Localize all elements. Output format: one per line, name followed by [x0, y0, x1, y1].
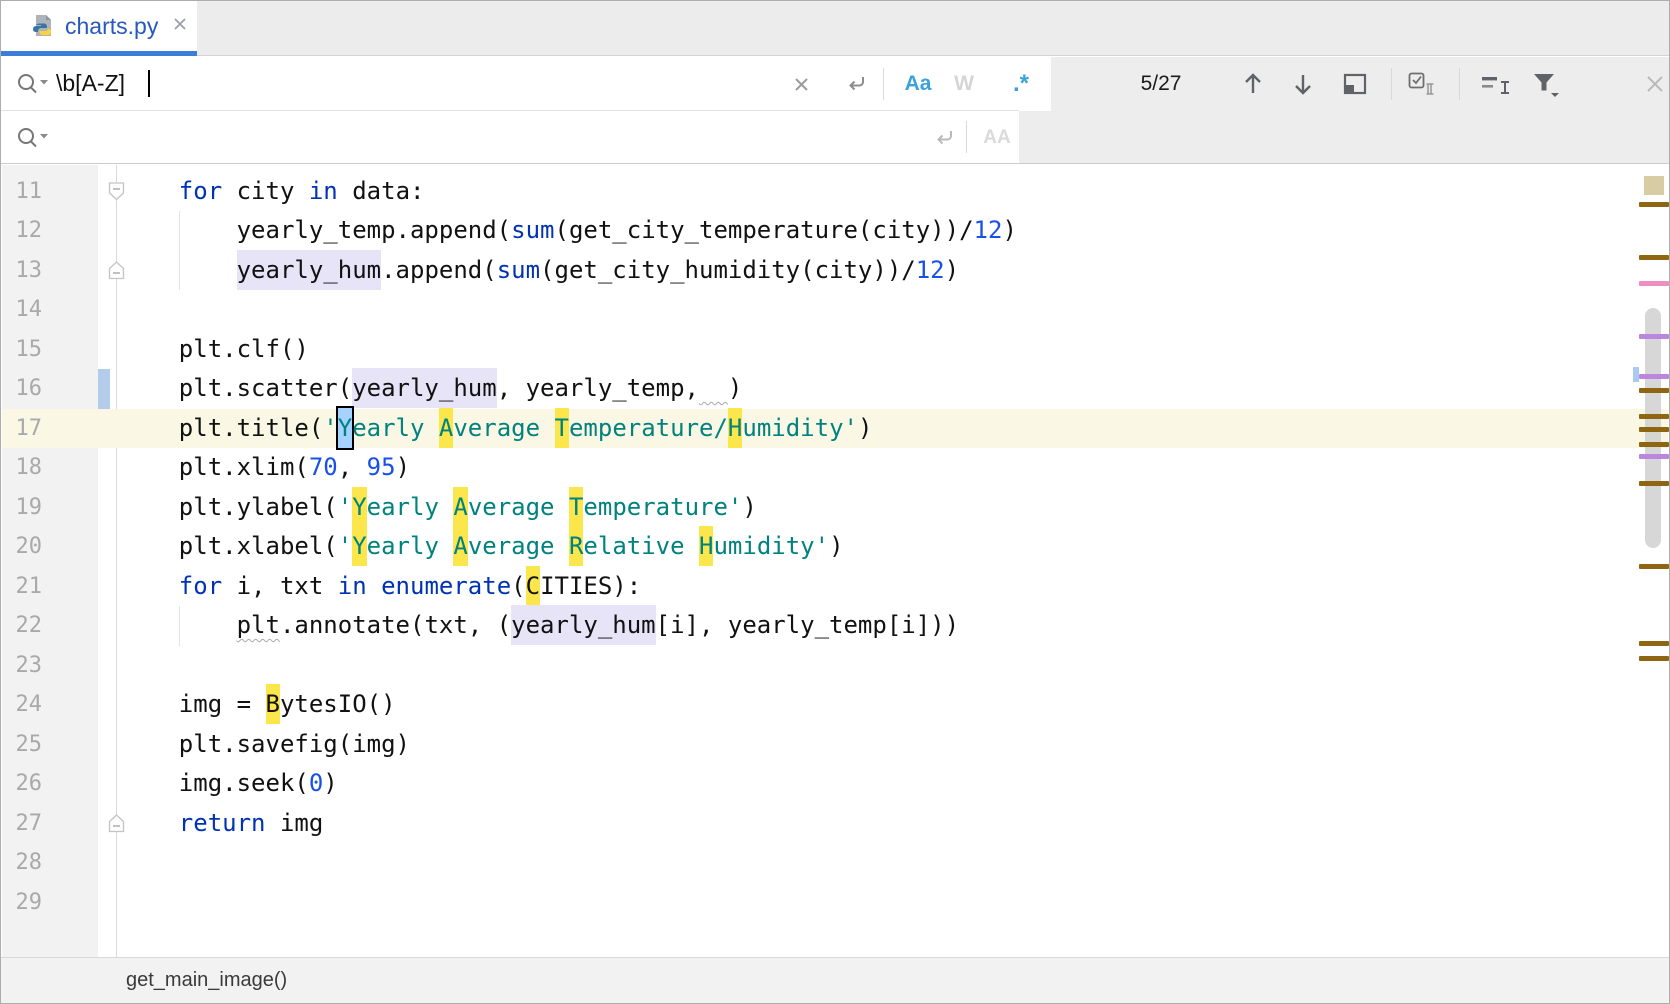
code-line: plt.xlabel('Yearly Average Relative Humi…: [121, 527, 844, 567]
line-number[interactable]: 13: [2, 251, 42, 291]
line-number[interactable]: 16: [2, 369, 42, 409]
tabbar-divider: [1, 55, 1669, 56]
next-occurrence-icon[interactable]: [1289, 70, 1317, 98]
code-line: plt.title('Yearly Average Temperature/Hu…: [121, 409, 872, 449]
line-number[interactable]: 23: [2, 646, 42, 686]
line-number[interactable]: 27: [2, 804, 42, 844]
stripe-mark[interactable]: [1639, 374, 1669, 379]
editor-tab-bar: charts.py: [1, 1, 1669, 56]
tab-close-icon[interactable]: [173, 17, 187, 36]
words-toggle[interactable]: W: [944, 57, 984, 110]
status-bar: get_main_image(): [1, 957, 1669, 1003]
code-line: plt.ylabel('Yearly Average Temperature'): [121, 488, 757, 528]
text-caret: [148, 70, 150, 97]
find-replace-panel: \b[A-Z] Aa W .* 5/27: [1, 57, 1669, 164]
previous-occurrence-icon[interactable]: [1239, 70, 1267, 98]
preserve-case-toggle[interactable]: AA: [976, 121, 1018, 154]
line-number[interactable]: 15: [2, 330, 42, 370]
tab-charts-py[interactable]: charts.py: [1, 1, 197, 51]
stripe-mark[interactable]: [1639, 388, 1669, 393]
line-number[interactable]: 20: [2, 527, 42, 567]
search-input[interactable]: \b[A-Z]: [56, 57, 125, 110]
code-line: plt.savefig(img): [121, 725, 410, 765]
code-analysis-indicator[interactable]: [1644, 176, 1664, 195]
line-number[interactable]: 26: [2, 764, 42, 804]
select-all-occurrences-icon[interactable]: [1406, 70, 1442, 100]
line-number[interactable]: 21: [2, 567, 42, 607]
options-divider: [1459, 68, 1460, 100]
multiline-search-icon[interactable]: [1479, 71, 1513, 99]
replace-options-divider: [966, 121, 967, 153]
stripe-mark[interactable]: [1639, 481, 1669, 486]
code-line: for i, txt in enumerate(CITIES):: [121, 567, 641, 607]
field-row-divider: [1, 110, 1019, 111]
insert-newline-icon[interactable]: [841, 70, 871, 98]
line-number[interactable]: 14: [2, 290, 42, 330]
ide-window: charts.py \b[A-Z]: [0, 0, 1670, 1004]
line-number[interactable]: 19: [2, 488, 42, 528]
code-line: yearly_hum.append(sum(get_city_humidity(…: [121, 251, 959, 291]
replace-history-icon[interactable]: [13, 121, 53, 154]
stripe-mark[interactable]: [1639, 442, 1669, 447]
line-number[interactable]: 11: [2, 172, 42, 212]
vcs-change-marker[interactable]: [98, 369, 110, 409]
code-line: return img: [121, 804, 323, 844]
code-line: plt.scatter(yearly_hum, yearly_temp, ): [121, 369, 742, 409]
code-line: plt.annotate(txt, (yearly_hum[i], yearly…: [121, 606, 959, 646]
line-number[interactable]: 12: [2, 211, 42, 251]
editor-canvas[interactable]: 11 for city in data: 12 yearly_temp.appen…: [2, 165, 1668, 959]
code-line: img = BytesIO(): [121, 685, 396, 725]
stripe-mark[interactable]: [1639, 202, 1669, 207]
line-number[interactable]: 28: [2, 843, 42, 883]
line-number[interactable]: 17: [2, 409, 42, 449]
breadcrumb[interactable]: get_main_image(): [126, 958, 287, 1003]
findbar-bottom-border: [1, 163, 1669, 164]
match-count: 5/27: [1101, 57, 1221, 110]
stripe-mark[interactable]: [1639, 641, 1669, 646]
stripe-mark[interactable]: [1639, 414, 1669, 419]
python-file-icon: [29, 13, 56, 40]
line-number[interactable]: 25: [2, 725, 42, 765]
stripe-mark[interactable]: [1639, 281, 1669, 286]
close-find-bar-icon[interactable]: [1641, 70, 1669, 98]
stripe-mark[interactable]: [1639, 656, 1669, 661]
open-results-in-tool-window-icon[interactable]: [1341, 71, 1369, 97]
tab-label: charts.py: [65, 13, 158, 40]
stripe-mark[interactable]: [1639, 334, 1669, 339]
code-line: plt.clf(): [121, 330, 309, 370]
nav-divider: [1391, 68, 1392, 100]
search-options-divider: [883, 68, 884, 100]
code-line: plt.xlim(70, 95): [121, 448, 410, 488]
stripe-mark[interactable]: [1639, 427, 1669, 432]
line-number[interactable]: 29: [2, 883, 42, 923]
code-line: img.seek(0): [121, 764, 338, 804]
line-number[interactable]: 22: [2, 606, 42, 646]
clear-search-icon[interactable]: [787, 71, 815, 97]
line-number[interactable]: 24: [2, 685, 42, 725]
match-case-toggle[interactable]: Aa: [898, 57, 938, 110]
code-line: yearly_temp.append(sum(get_city_temperat…: [121, 211, 1017, 251]
code-line: for city in data:: [121, 172, 424, 212]
replace-controls-background: [1019, 111, 1669, 164]
stripe-mark[interactable]: [1639, 454, 1669, 459]
line-number[interactable]: 18: [2, 448, 42, 488]
stripe-mark[interactable]: [1639, 564, 1669, 569]
stripe-mark[interactable]: [1639, 255, 1669, 260]
replace-newline-icon[interactable]: [929, 124, 959, 152]
regex-toggle[interactable]: .*: [1001, 57, 1041, 110]
active-tab-underline: [1, 51, 197, 56]
search-history-icon[interactable]: [13, 67, 53, 100]
search-filter-icon[interactable]: [1529, 70, 1563, 100]
